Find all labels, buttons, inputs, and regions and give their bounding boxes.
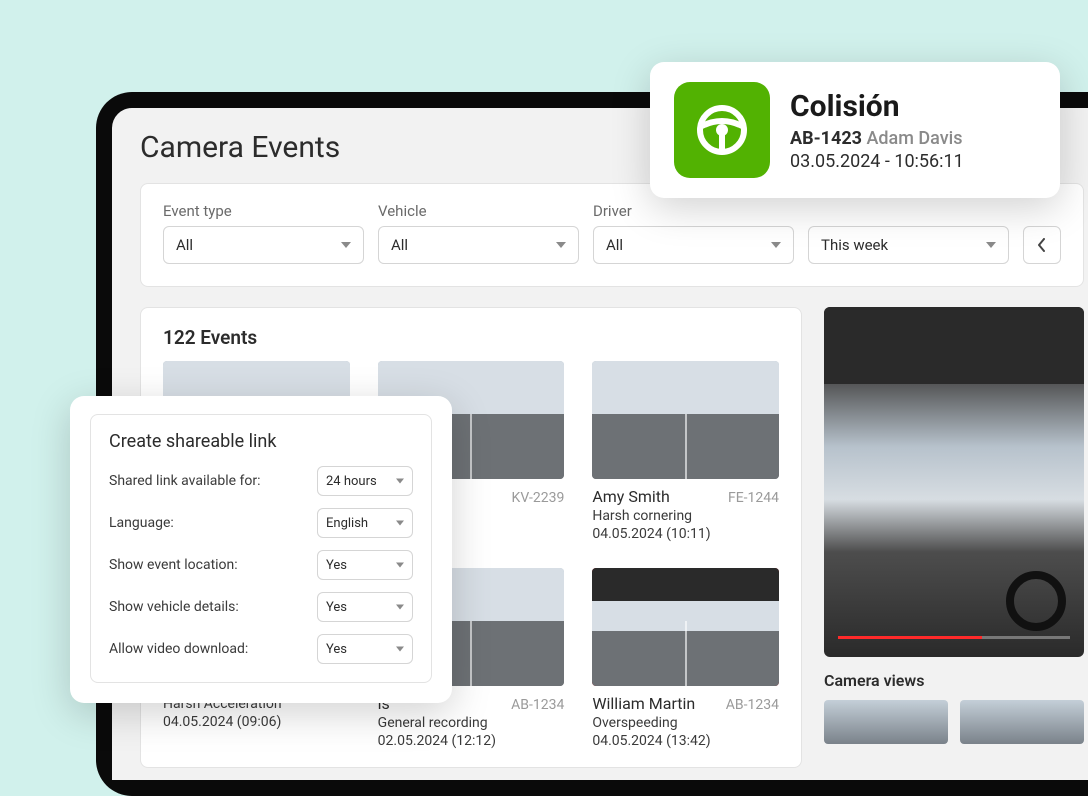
steering-wheel-graphic: [1006, 571, 1066, 631]
camera-view-thumb[interactable]: [960, 700, 1084, 744]
preview-panel: Camera views: [824, 307, 1084, 768]
filter-label-vehicle: Vehicle: [378, 202, 579, 220]
event-driver: Amy Smith: [592, 487, 669, 506]
overlay-vehicle: AB-1423: [790, 128, 862, 149]
share-vehicle-select[interactable]: Yes: [317, 592, 413, 622]
share-location-select[interactable]: Yes: [317, 550, 413, 580]
event-type: Overspeeding: [592, 715, 779, 731]
event-vehicle: KV-2239: [512, 490, 565, 506]
event-card[interactable]: Amy Smith FE-1244 Harsh cornering 04.05.2…: [592, 361, 779, 542]
share-location-label: Show event location:: [109, 557, 238, 573]
event-vehicle: AB-1234: [511, 697, 564, 713]
video-progress[interactable]: [838, 636, 1070, 639]
event-time: 04.05.2024 (10:11): [592, 526, 779, 542]
overlay-event-title: Colisión: [790, 89, 964, 124]
event-type: Harsh cornering: [592, 508, 779, 524]
filter-panel: Event type All Vehicle All Driver All Th…: [140, 183, 1084, 287]
event-type-select[interactable]: All: [163, 226, 364, 264]
filter-label-driver: Driver: [593, 202, 794, 220]
chevron-left-icon: [1037, 238, 1047, 252]
camera-view-thumb[interactable]: [824, 700, 948, 744]
date-range-select[interactable]: This week: [808, 226, 1009, 264]
share-download-label: Allow video download:: [109, 641, 248, 657]
share-duration-label: Shared link available for:: [109, 473, 261, 489]
event-time: 02.05.2024 (12:12): [378, 733, 565, 749]
event-thumbnail[interactable]: [592, 568, 779, 686]
steering-wheel-icon: [674, 82, 770, 178]
share-download-select[interactable]: Yes: [317, 634, 413, 664]
event-vehicle: FE-1244: [728, 490, 779, 506]
date-prev-button[interactable]: [1023, 226, 1061, 264]
share-vehicle-label: Show vehicle details:: [109, 599, 239, 615]
driver-select[interactable]: All: [593, 226, 794, 264]
filter-label-event-type: Event type: [163, 202, 364, 220]
event-time: 04.05.2024 (09:06): [163, 714, 350, 730]
event-driver: William Martin: [592, 694, 695, 713]
overlay-timestamp: 03.05.2024 - 10:56:11: [790, 151, 964, 172]
event-time: 04.05.2024 (13:42): [592, 733, 779, 749]
share-language-label: Language:: [109, 515, 174, 531]
share-language-select[interactable]: English: [317, 508, 413, 538]
camera-views-label: Camera views: [824, 671, 1084, 690]
event-type: General recording: [378, 715, 565, 731]
vehicle-select[interactable]: All: [378, 226, 579, 264]
event-overlay-card: Colisión AB-1423 Adam Davis 03.05.2024 -…: [650, 62, 1060, 198]
share-duration-select[interactable]: 24 hours: [317, 466, 413, 496]
share-link-title: Create shareable link: [109, 431, 413, 452]
event-card[interactable]: William Martin AB-1234 Overspeeding 04.05…: [592, 568, 779, 749]
share-link-card: Create shareable link Shared link availa…: [70, 396, 452, 703]
event-vehicle: AB-1234: [726, 697, 779, 713]
overlay-driver: Adam Davis: [866, 128, 962, 149]
events-count: 122 Events: [163, 326, 779, 349]
event-thumbnail[interactable]: [592, 361, 779, 479]
preview-video[interactable]: [824, 307, 1084, 657]
